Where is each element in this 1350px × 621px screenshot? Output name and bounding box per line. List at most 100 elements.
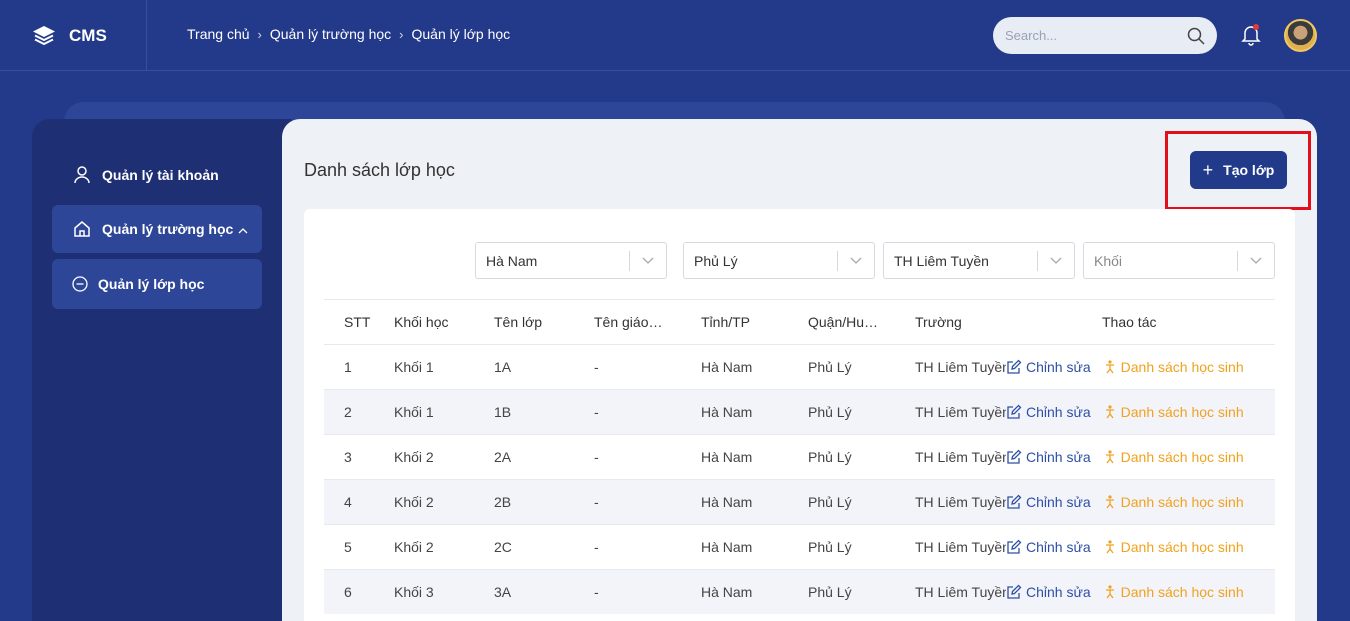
column-header[interactable]: Quận/Hu… bbox=[808, 314, 915, 330]
cell-stt: 3 bbox=[344, 449, 352, 465]
cell-stt: 2 bbox=[344, 404, 352, 420]
chevron-up-icon bbox=[238, 221, 248, 237]
column-header[interactable]: Tên giáo… bbox=[594, 314, 701, 330]
edit-link[interactable]: Chỉnh sửa bbox=[1006, 584, 1091, 600]
cell-class-name: 2C bbox=[494, 539, 512, 555]
brand[interactable]: CMS bbox=[0, 0, 147, 71]
table-row: 6 Khối 3 3A - Hà Nam Phủ Lý TH Liêm Tuyề… bbox=[324, 569, 1275, 614]
select-value: Hà Nam bbox=[486, 252, 538, 269]
cell-stt: 5 bbox=[344, 539, 352, 555]
student-list-link[interactable]: Danh sách học sinh bbox=[1105, 404, 1244, 420]
school-select[interactable]: TH Liêm Tuyền bbox=[883, 242, 1075, 279]
chevron-down-icon bbox=[838, 257, 874, 264]
cell-district: Phủ Lý bbox=[808, 359, 852, 375]
class-table: STT Khối học Tên lớp Tên giáo… Tỉnh/TP Q… bbox=[324, 299, 1275, 614]
table-header: STT Khối học Tên lớp Tên giáo… Tỉnh/TP Q… bbox=[324, 299, 1275, 344]
column-header: Thao tác bbox=[1102, 314, 1157, 330]
student-list-link[interactable]: Danh sách học sinh bbox=[1105, 449, 1244, 465]
cell-class-name: 2A bbox=[494, 449, 512, 465]
sidebar-item-label: Quản lý trường học bbox=[102, 221, 234, 237]
cell-district: Phủ Lý bbox=[808, 449, 852, 465]
edit-icon bbox=[1007, 404, 1022, 419]
person-icon bbox=[1105, 405, 1114, 419]
breadcrumb-home[interactable]: Trang chủ bbox=[187, 26, 250, 42]
column-header[interactable]: STT bbox=[324, 314, 394, 330]
notification-bell[interactable] bbox=[1241, 24, 1261, 46]
edit-label: Chỉnh sửa bbox=[1026, 404, 1091, 420]
cell-school: TH Liêm Tuyền bbox=[915, 584, 1006, 600]
user-icon bbox=[72, 166, 92, 184]
cell-province: Hà Nam bbox=[701, 449, 753, 465]
avatar[interactable] bbox=[1284, 19, 1317, 52]
person-icon bbox=[1105, 495, 1114, 509]
edit-label: Chỉnh sửa bbox=[1026, 449, 1091, 465]
student-list-link[interactable]: Danh sách học sinh bbox=[1105, 494, 1244, 510]
person-icon bbox=[1105, 360, 1114, 374]
edit-link[interactable]: Chỉnh sửa bbox=[1006, 359, 1091, 375]
sidebar-item-account[interactable]: Quản lý tài khoản bbox=[52, 151, 262, 199]
breadcrumb: Trang chủ › Quản lý trường học › Quản lý… bbox=[187, 26, 510, 42]
sidebar-item-school[interactable]: Quản lý trường học bbox=[52, 205, 262, 253]
table-row: 1 Khối 1 1A - Hà Nam Phủ Lý TH Liêm Tuyề… bbox=[324, 344, 1275, 389]
cell-actions: Chỉnh sửa Danh sách học sinh bbox=[1006, 584, 1275, 600]
edit-icon bbox=[1007, 449, 1022, 464]
sidebar-item-label: Quản lý tài khoản bbox=[102, 167, 219, 183]
create-class-button[interactable]: + Tạo lớp bbox=[1190, 151, 1287, 189]
edit-icon bbox=[1007, 359, 1022, 374]
column-header[interactable]: Tỉnh/TP bbox=[701, 314, 808, 330]
class-list-card: Hà Nam Phủ Lý TH Liêm Tuyền Khối STT Khố… bbox=[304, 209, 1295, 621]
cell-stt: 6 bbox=[344, 584, 352, 600]
student-list-label: Danh sách học sinh bbox=[1120, 449, 1244, 465]
student-list-label: Danh sách học sinh bbox=[1120, 359, 1244, 375]
column-header[interactable]: Tên lớp bbox=[494, 314, 594, 330]
cell-district: Phủ Lý bbox=[808, 404, 852, 420]
edit-icon bbox=[1007, 584, 1022, 599]
grade-select[interactable]: Khối bbox=[1083, 242, 1275, 279]
table-row: 3 Khối 2 2A - Hà Nam Phủ Lý TH Liêm Tuyề… bbox=[324, 434, 1275, 479]
chevron-down-icon bbox=[1238, 257, 1274, 264]
student-list-link[interactable]: Danh sách học sinh bbox=[1105, 539, 1244, 555]
column-header[interactable]: Trường bbox=[915, 314, 1006, 330]
cell-school: TH Liêm Tuyền bbox=[915, 539, 1006, 555]
cell-stt: 1 bbox=[344, 359, 352, 375]
cell-teacher: - bbox=[594, 584, 599, 600]
sidebar: Quản lý tài khoản Quản lý trường học Quả… bbox=[32, 119, 292, 621]
column-header[interactable]: Khối học bbox=[394, 314, 494, 330]
top-bar: CMS Trang chủ › Quản lý trường học › Quả… bbox=[0, 0, 1350, 71]
chevron-down-icon bbox=[1038, 257, 1074, 264]
cell-grade: Khối 2 bbox=[394, 449, 434, 465]
cell-school: TH Liêm Tuyền bbox=[915, 494, 1006, 510]
cell-school: TH Liêm Tuyền bbox=[915, 404, 1006, 420]
search-icon[interactable] bbox=[1187, 27, 1205, 45]
cell-province: Hà Nam bbox=[701, 539, 753, 555]
cell-district: Phủ Lý bbox=[808, 584, 852, 600]
sidebar-item-class[interactable]: Quản lý lớp học bbox=[52, 259, 262, 309]
cell-teacher: - bbox=[594, 359, 599, 375]
cell-school: TH Liêm Tuyền bbox=[915, 449, 1006, 465]
province-select[interactable]: Hà Nam bbox=[475, 242, 667, 279]
cell-grade: Khối 2 bbox=[394, 539, 434, 555]
cell-actions: Chỉnh sửa Danh sách học sinh bbox=[1006, 449, 1275, 465]
create-class-label: Tạo lớp bbox=[1223, 162, 1275, 178]
breadcrumb-school[interactable]: Quản lý trường học bbox=[270, 26, 391, 42]
person-icon bbox=[1105, 585, 1114, 599]
layers-icon bbox=[33, 25, 55, 45]
edit-link[interactable]: Chỉnh sửa bbox=[1006, 449, 1091, 465]
plus-icon: + bbox=[1202, 159, 1214, 180]
edit-link[interactable]: Chỉnh sửa bbox=[1006, 404, 1091, 420]
table-body: 1 Khối 1 1A - Hà Nam Phủ Lý TH Liêm Tuyề… bbox=[324, 344, 1275, 614]
edit-icon bbox=[1007, 494, 1022, 509]
edit-label: Chỉnh sửa bbox=[1026, 584, 1091, 600]
search-input[interactable] bbox=[1005, 28, 1187, 43]
cell-province: Hà Nam bbox=[701, 494, 753, 510]
cell-province: Hà Nam bbox=[701, 359, 753, 375]
cell-grade: Khối 1 bbox=[394, 404, 434, 420]
district-select[interactable]: Phủ Lý bbox=[683, 242, 875, 279]
main-panel: Danh sách lớp học + Tạo lớp Hà Nam Phủ L… bbox=[282, 119, 1317, 621]
student-list-link[interactable]: Danh sách học sinh bbox=[1105, 584, 1244, 600]
table-row: 2 Khối 1 1B - Hà Nam Phủ Lý TH Liêm Tuyề… bbox=[324, 389, 1275, 434]
edit-link[interactable]: Chỉnh sửa bbox=[1006, 494, 1091, 510]
student-list-link[interactable]: Danh sách học sinh bbox=[1105, 359, 1244, 375]
cell-actions: Chỉnh sửa Danh sách học sinh bbox=[1006, 539, 1275, 555]
edit-link[interactable]: Chỉnh sửa bbox=[1006, 539, 1091, 555]
